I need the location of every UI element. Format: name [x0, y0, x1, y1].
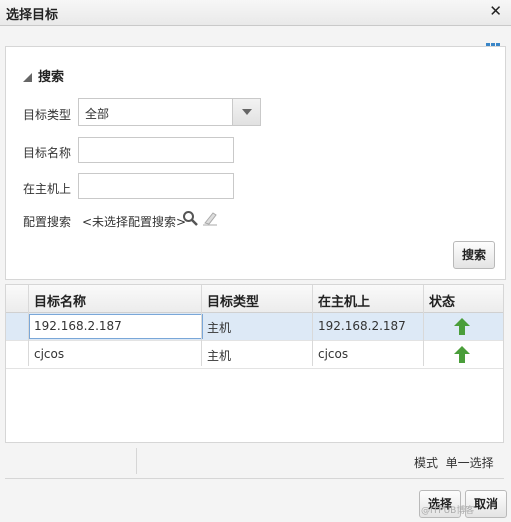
up-arrow-icon [454, 346, 470, 363]
table-row[interactable]: 192.168.2.187 主机 192.168.2.187 [6, 313, 503, 341]
row-host: cjcos [318, 347, 349, 361]
saved-search-value: <未选择配置搜索> [82, 215, 187, 229]
column-divider [312, 285, 313, 366]
watermark: @ITPUB博客 [421, 506, 475, 516]
target-name-label: 目标名称 [23, 146, 72, 160]
column-divider [423, 285, 424, 366]
table-header: 目标名称 目标类型 在主机上 状态 [6, 285, 503, 313]
more-options-icon[interactable] [486, 36, 503, 47]
search-section-header[interactable]: 搜索 [23, 66, 64, 85]
row-name: 192.168.2.187 [34, 319, 122, 333]
dialog-title: 选择目标 [6, 8, 59, 23]
target-name-input[interactable] [78, 137, 234, 163]
chevron-down-icon[interactable] [232, 99, 260, 125]
clear-icon[interactable] [202, 210, 218, 226]
row-type: 主机 [207, 321, 232, 335]
col-header-status[interactable]: 状态 [429, 291, 455, 310]
selection-mode: 模式 单一选择 [414, 454, 494, 471]
column-divider [201, 285, 202, 366]
saved-search-label: 配置搜索 [23, 215, 72, 229]
target-type-select[interactable]: 全部 [78, 98, 261, 126]
close-icon[interactable]: ✕ [489, 2, 502, 20]
on-host-label: 在主机上 [23, 182, 72, 196]
mode-bar: 模式 单一选择 [5, 444, 504, 479]
col-header-type[interactable]: 目标类型 [207, 291, 259, 310]
search-icon[interactable] [182, 210, 198, 226]
target-type-value: 全部 [85, 107, 110, 121]
on-host-input[interactable] [78, 173, 234, 199]
row-type: 主机 [207, 349, 232, 363]
divider [136, 448, 137, 474]
search-panel: 搜索 目标类型 全部 目标名称 在主机上 配置搜索 <未选择配置搜索> 搜索 [5, 46, 506, 280]
col-header-host[interactable]: 在主机上 [318, 291, 370, 310]
column-divider [28, 285, 29, 366]
table-row[interactable]: cjcos 主机 cjcos [6, 341, 503, 369]
col-header-name[interactable]: 目标名称 [34, 291, 86, 310]
mode-value: 单一选择 [445, 456, 494, 470]
dialog-titlebar: 选择目标 ✕ [0, 0, 511, 26]
row-host: 192.168.2.187 [318, 319, 406, 333]
row-name: cjcos [34, 347, 65, 361]
search-header-label: 搜索 [38, 70, 65, 85]
collapse-triangle-icon[interactable] [23, 73, 32, 82]
up-arrow-icon [454, 318, 470, 335]
search-button[interactable]: 搜索 [453, 241, 495, 269]
mode-label: 模式 [414, 456, 439, 470]
results-table: 目标名称 目标类型 在主机上 状态 192.168.2.187 主机 192.1… [5, 284, 504, 443]
target-type-label: 目标类型 [23, 108, 72, 122]
